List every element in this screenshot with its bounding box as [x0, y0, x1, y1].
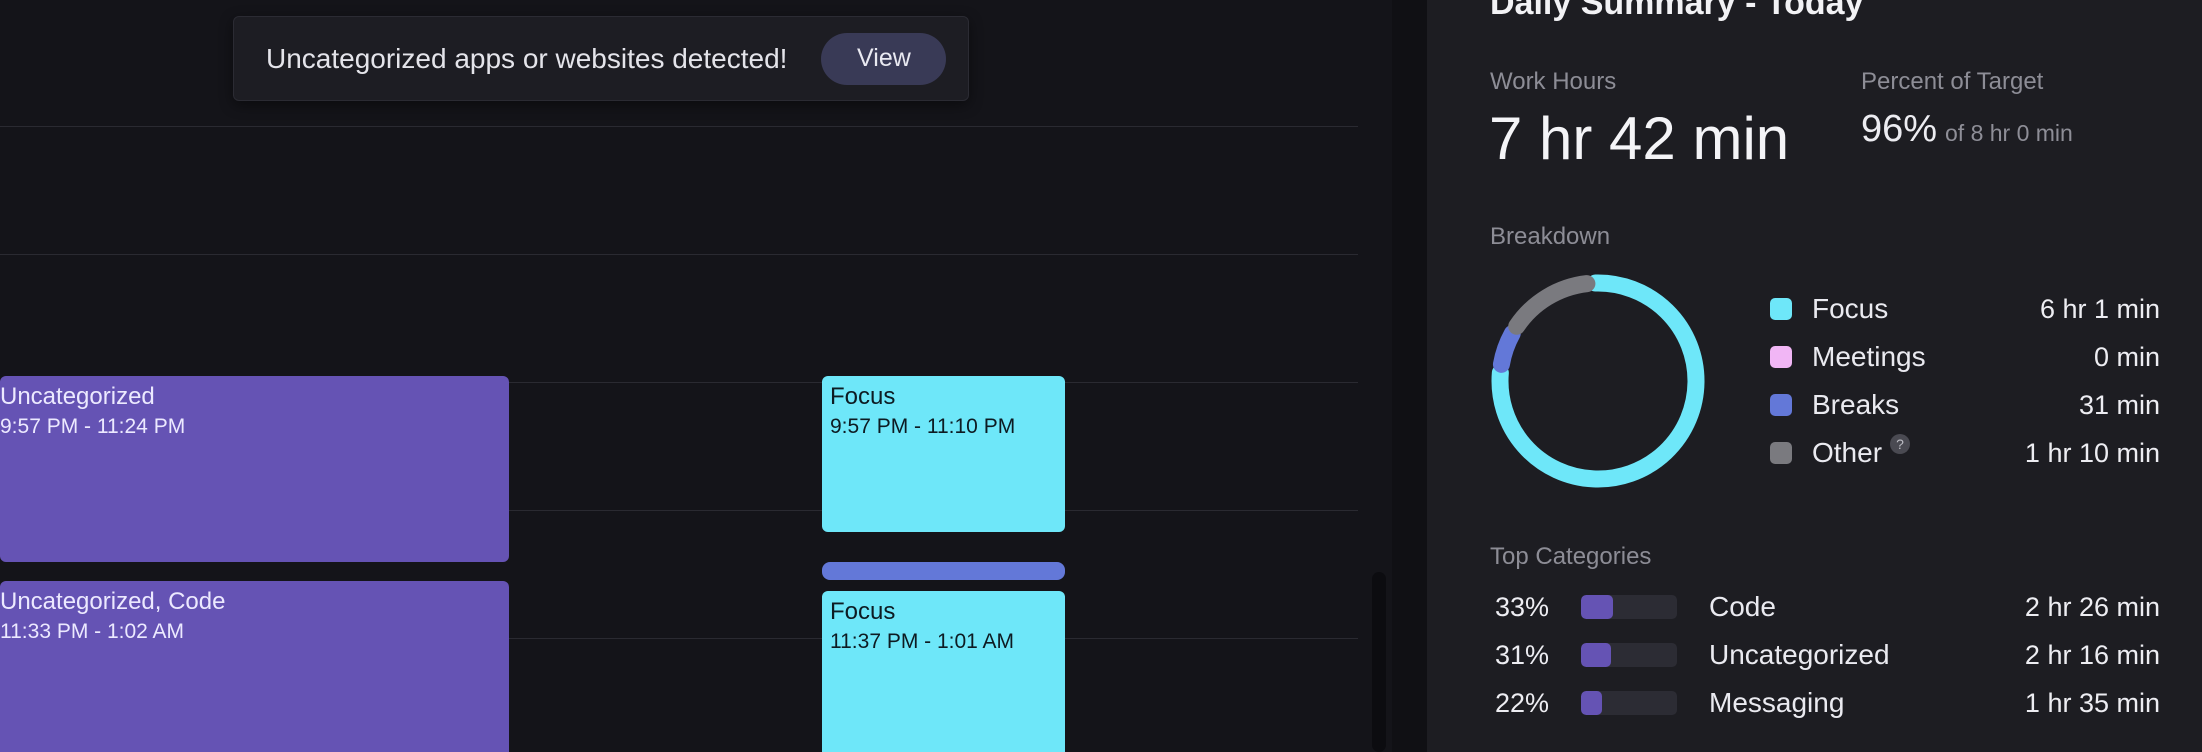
event-title: Focus	[830, 383, 896, 410]
event-block-focus[interactable]: Focus 11:37 PM - 1:01 AM	[822, 591, 1065, 752]
legend-name: Other	[1812, 437, 1883, 468]
toast-message: Uncategorized apps or websites detected!	[266, 42, 788, 74]
panel-divider	[1392, 0, 1427, 752]
hour-gridline	[0, 126, 1358, 127]
category-bar	[1581, 643, 1677, 667]
category-value: 2 hr 16 min	[2024, 639, 2160, 670]
category-name: Messaging	[1709, 687, 1845, 718]
work-hours-label: Work Hours	[1490, 68, 1617, 95]
donut-segment-other	[1508, 275, 1596, 335]
category-percent: 31%	[1495, 639, 1550, 670]
legend-value: 6 hr 1 min	[2039, 293, 2160, 324]
event-time: 9:57 PM - 11:10 PM	[830, 415, 1016, 438]
legend-item-breaks: Breaks 31 min	[1770, 381, 2160, 429]
category-percent: 22%	[1495, 687, 1550, 718]
event-block-focus[interactable]: Focus 9:57 PM - 11:10 PM	[822, 376, 1065, 532]
view-button[interactable]: View	[821, 32, 947, 85]
legend-item-meetings: Meetings 0 min	[1770, 333, 2160, 381]
category-value: 1 hr 35 min	[2024, 687, 2160, 718]
calendar-timeline[interactable]: Uncategorized 9:57 PM - 11:24 PM Uncateg…	[0, 0, 1392, 752]
event-block-break[interactable]	[822, 562, 1065, 580]
legend-item-focus: Focus 6 hr 1 min	[1770, 285, 2160, 333]
category-name: Uncategorized	[1709, 639, 1890, 670]
category-name: Code	[1709, 591, 1776, 622]
percent-target-of: of 8 hr 0 min	[1945, 120, 2073, 146]
category-row-code: 33% Code 2 hr 26 min	[1495, 585, 2160, 629]
event-title: Uncategorized	[0, 383, 155, 410]
daily-summary-panel: Daily Summary - Today Work Hours 7 hr 42…	[1427, 0, 2202, 752]
work-hours-value: 7 hr 42 min	[1489, 105, 1790, 172]
app-window: Uncategorized 9:57 PM - 11:24 PM Uncateg…	[0, 0, 2202, 752]
legend-name: Focus	[1812, 293, 1889, 324]
percent-target-value: 96%	[1861, 108, 1938, 150]
legend-swatch	[1770, 298, 1792, 320]
donut-segment-breaks	[1492, 325, 1521, 373]
event-title: Focus	[830, 598, 896, 625]
category-value: 2 hr 26 min	[2024, 591, 2160, 622]
breakdown-label: Breakdown	[1490, 223, 1611, 250]
legend-value: 1 hr 10 min	[2024, 437, 2160, 468]
hour-gridline	[0, 254, 1358, 255]
legend-value: 0 min	[2093, 341, 2160, 372]
event-block-uncategorized-code[interactable]: Uncategorized, Code 11:33 PM - 1:02 AM	[0, 581, 509, 752]
event-time: 9:57 PM - 11:24 PM	[0, 415, 186, 438]
legend-swatch	[1770, 442, 1792, 464]
legend-name: Breaks	[1812, 389, 1900, 420]
top-categories-label: Top Categories	[1490, 543, 1652, 570]
event-block-uncategorized[interactable]: Uncategorized 9:57 PM - 11:24 PM	[0, 376, 509, 562]
event-time: 11:37 PM - 1:01 AM	[830, 630, 1015, 653]
legend-swatch	[1770, 346, 1792, 368]
category-bar-fill	[1581, 595, 1613, 619]
legend-item-other: Other ? 1 hr 10 min	[1770, 429, 2160, 477]
help-icon[interactable]: ?	[1890, 434, 1911, 454]
category-bar	[1581, 691, 1677, 715]
uncategorized-toast: Uncategorized apps or websites detected!…	[233, 16, 969, 101]
timeline-scrollbar[interactable]	[1372, 572, 1386, 752]
summary-title: Daily Summary - Today	[1490, 0, 1864, 22]
category-bar-fill	[1581, 643, 1611, 667]
category-bar	[1581, 595, 1677, 619]
legend-swatch	[1770, 394, 1792, 416]
percent-target-label: Percent of Target	[1861, 68, 2044, 95]
legend-value: 31 min	[2078, 389, 2160, 420]
event-time: 11:33 PM - 1:02 AM	[0, 620, 185, 643]
legend-name: Meetings	[1812, 341, 1926, 372]
category-row-messaging: 22% Messaging 1 hr 35 min	[1495, 681, 2160, 725]
event-title: Uncategorized, Code	[0, 588, 226, 615]
category-percent: 33%	[1495, 591, 1550, 622]
category-row-uncategorized: 31% Uncategorized 2 hr 16 min	[1495, 633, 2160, 677]
category-bar-fill	[1581, 691, 1603, 715]
breakdown-donut-chart	[1491, 274, 1705, 488]
